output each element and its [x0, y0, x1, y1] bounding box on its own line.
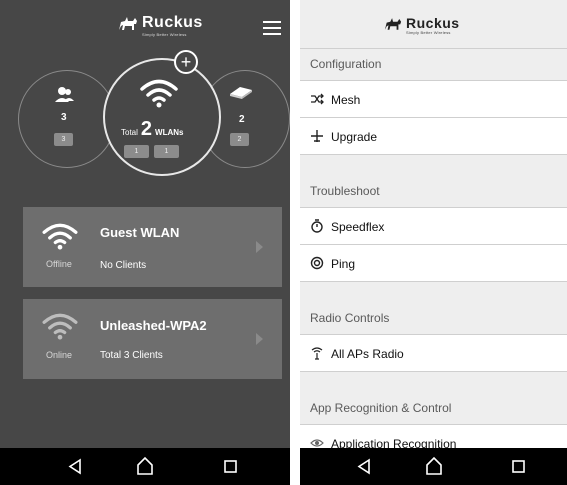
ruckus-logo: Ruckus Simply Better Wireless: [384, 15, 460, 35]
home-button[interactable]: [125, 448, 165, 485]
dashboard-screen: Ruckus Simply Better Wireless 3 3 2 2 + …: [0, 0, 290, 485]
recents-button[interactable]: [210, 448, 250, 485]
network-name: Guest WLAN: [100, 225, 180, 240]
network-card[interactable]: Online Unleashed-WPA2 Total 3 Clients: [23, 299, 282, 379]
chevron-right-icon: [256, 241, 263, 253]
users-icon: [55, 87, 74, 102]
wifi-icon: [140, 79, 178, 108]
menu-item-mesh[interactable]: Mesh: [300, 81, 567, 118]
android-nav-bar: [300, 448, 567, 485]
wifi-icon: [42, 313, 78, 340]
wlans-circle[interactable]: [103, 58, 221, 176]
ping-icon: [310, 256, 324, 270]
clients-count: 3: [61, 112, 67, 123]
brand-name: Ruckus: [142, 14, 203, 31]
wlan-total-label: Total: [121, 128, 138, 137]
recents-icon: [512, 460, 525, 473]
brand-tagline: Simply Better Wireless: [406, 30, 451, 35]
recents-icon: [224, 460, 237, 473]
stopwatch-icon: [311, 219, 323, 233]
clients-circle[interactable]: [18, 70, 116, 168]
dog-icon: [384, 17, 402, 30]
dog-icon: [119, 17, 137, 30]
menu-item-label: Upgrade: [331, 130, 378, 144]
brand-name: Ruckus: [406, 15, 460, 31]
access-point-icon: [230, 87, 252, 99]
menu-item-label: Ping: [331, 257, 356, 271]
wlan-total-unit: WLANs: [155, 128, 184, 137]
brand-tagline: Simply Better Wireless: [142, 32, 187, 37]
menu-item-label: Mesh: [331, 93, 361, 107]
back-button[interactable]: [55, 448, 95, 485]
network-name: Unleashed-WPA2: [100, 318, 207, 333]
chevron-right-icon: [256, 333, 263, 345]
hamburger-menu-icon[interactable]: [263, 21, 281, 35]
wlan-badge-1[interactable]: 1: [124, 145, 149, 158]
wlan-badge-2[interactable]: 1: [154, 145, 179, 158]
wifi-icon: [42, 223, 78, 250]
wlan-total-count: 2: [140, 118, 153, 140]
home-icon: [137, 456, 153, 475]
menu-header: Ruckus Simply Better Wireless: [300, 0, 567, 49]
wlan-total: Total 2 WLANs: [121, 118, 183, 141]
add-icon[interactable]: +: [174, 50, 198, 74]
section-header-app-recognition: App Recognition & Control: [300, 372, 567, 425]
recents-button[interactable]: [498, 448, 538, 485]
dashboard-header: Ruckus Simply Better Wireless: [0, 0, 290, 60]
section-header-configuration: Configuration: [300, 49, 567, 81]
ruckus-logo: Ruckus Simply Better Wireless: [118, 14, 203, 37]
back-icon: [357, 458, 370, 475]
network-clients: No Clients: [100, 260, 147, 271]
back-button[interactable]: [344, 448, 384, 485]
menu-item-ping[interactable]: Ping: [300, 245, 567, 282]
section-header-troubleshoot: Troubleshoot: [300, 155, 567, 208]
home-icon: [426, 456, 442, 475]
menu-screen: Ruckus Simply Better Wireless Configurat…: [300, 0, 567, 485]
menu-item-upgrade[interactable]: Upgrade: [300, 118, 567, 155]
shuffle-icon: [311, 93, 324, 105]
section-header-radio-controls: Radio Controls: [300, 282, 567, 335]
home-button[interactable]: [414, 448, 454, 485]
back-icon: [68, 458, 81, 475]
antenna-icon: [311, 347, 323, 360]
menu-item-label: Speedflex: [331, 220, 385, 234]
network-status: Offline: [46, 259, 72, 269]
network-clients: Total 3 Clients: [100, 350, 163, 361]
menu-item-label: All APs Radio: [331, 347, 404, 361]
airplane-icon: [311, 130, 323, 142]
menu-item-all-aps-radio[interactable]: All APs Radio: [300, 335, 567, 372]
menu-item-speedflex[interactable]: Speedflex: [300, 208, 567, 245]
android-nav-bar: [0, 448, 290, 485]
aps-badge[interactable]: 2: [230, 133, 249, 146]
clients-badge[interactable]: 3: [54, 133, 73, 146]
network-status: Online: [46, 350, 73, 360]
aps-count: 2: [239, 114, 245, 125]
network-card[interactable]: Offline Guest WLAN No Clients: [23, 207, 282, 287]
